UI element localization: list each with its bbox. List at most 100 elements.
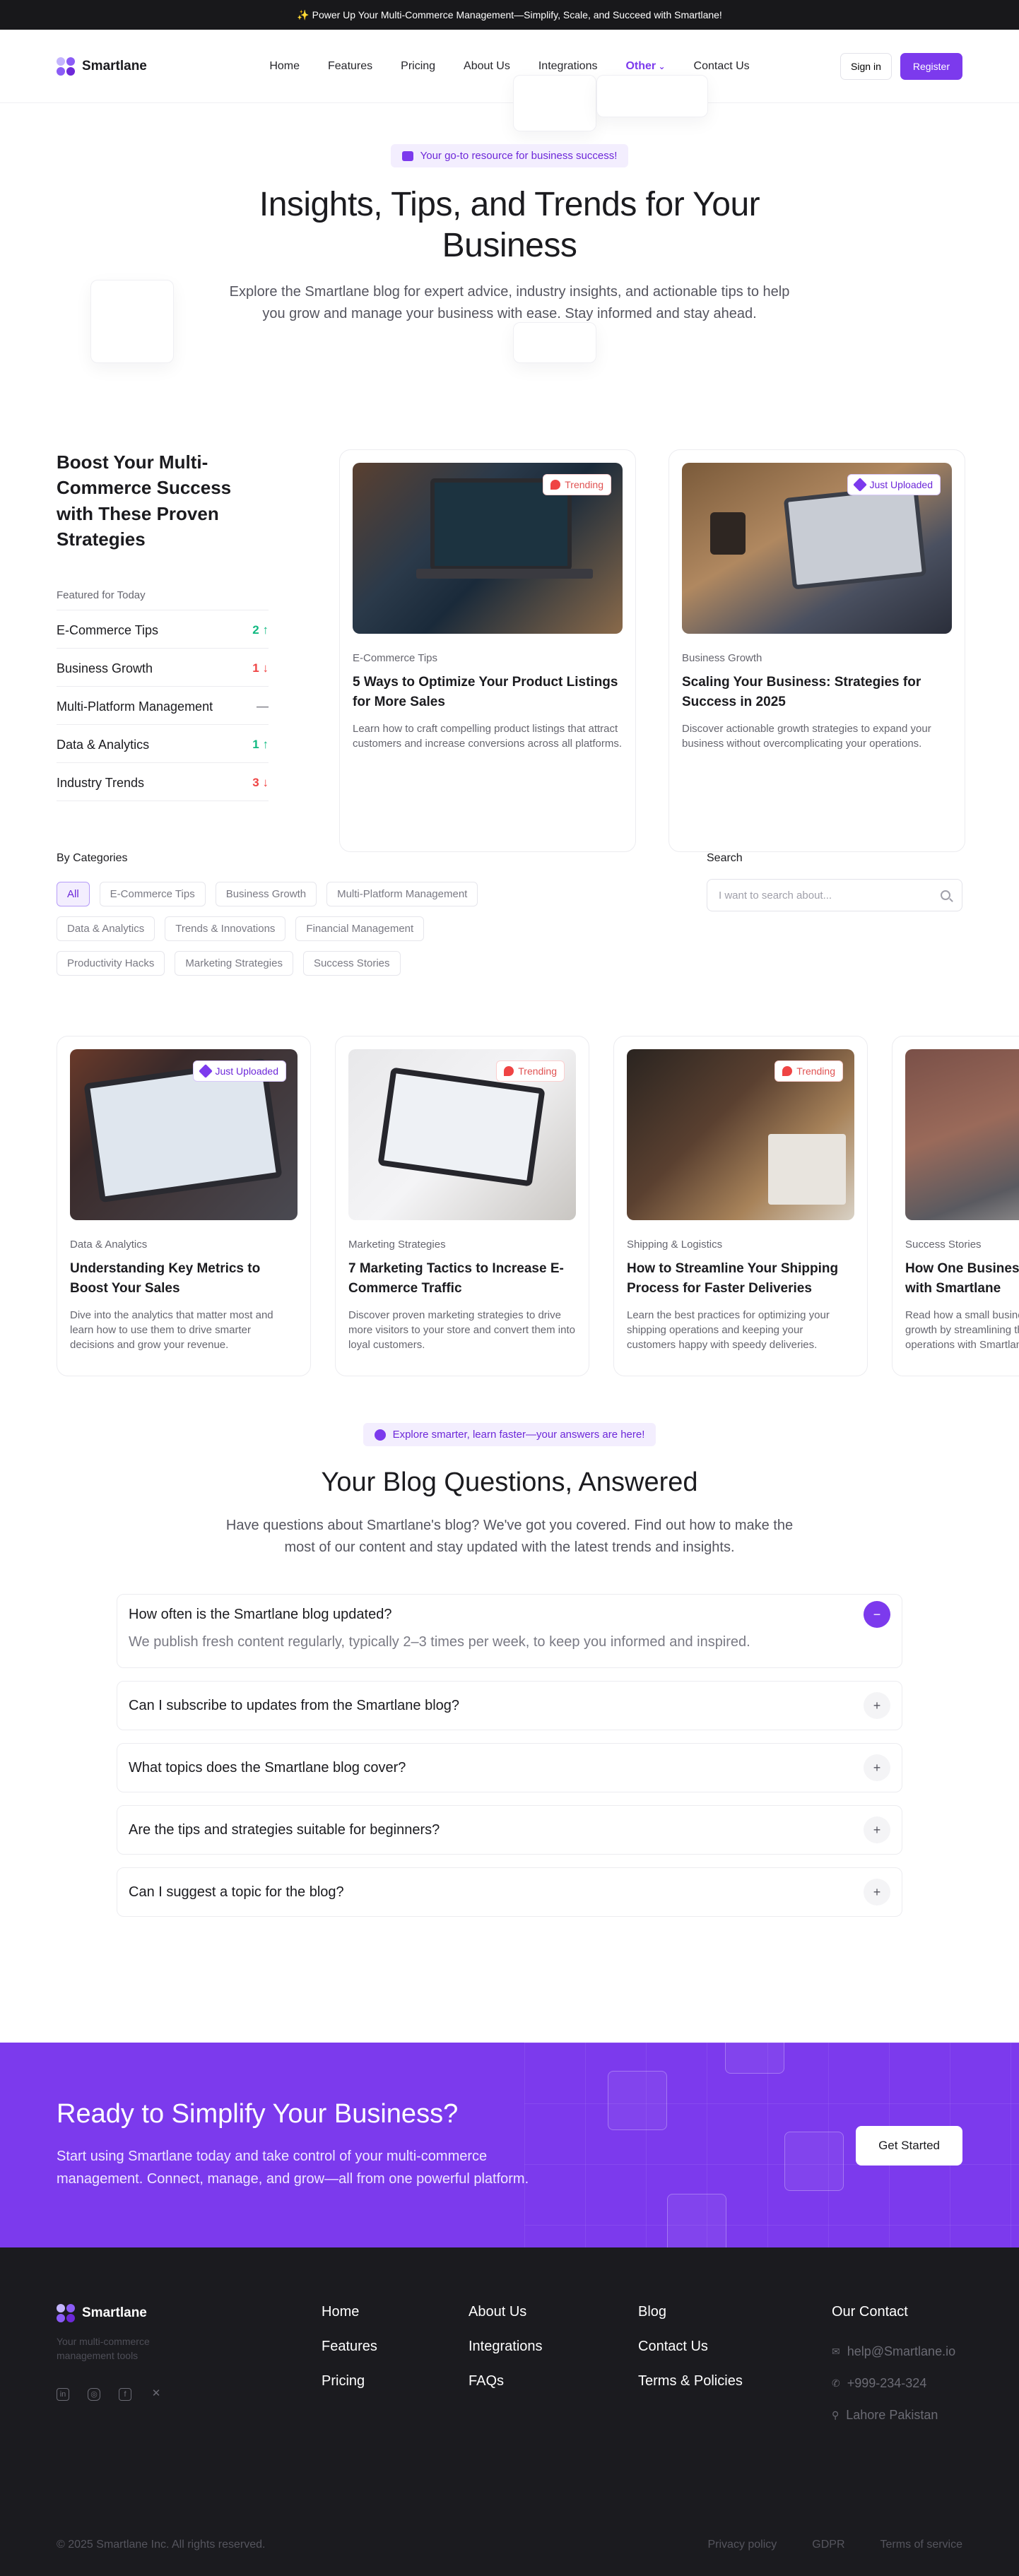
search-input[interactable]	[719, 889, 917, 902]
post-card[interactable]: Just Uploaded Data & Analytics Understan…	[57, 1036, 311, 1376]
footer-link-about[interactable]: About Us	[469, 2304, 638, 2320]
faq-pill-text: Explore smarter, learn faster—your answe…	[392, 1429, 645, 1441]
featured-heading: Boost Your Multi-Commerce Success with T…	[57, 451, 232, 550]
contact-phone[interactable]: ✆ +999-234-324	[832, 2376, 962, 2391]
tablet-illustration	[783, 484, 927, 590]
nav-link-other-dropdown[interactable]: Other	[611, 60, 679, 73]
nav-link-contact[interactable]: Contact Us	[680, 60, 764, 73]
trend-row[interactable]: E-Commerce Tips 2 ↑	[57, 610, 269, 649]
footer-tagline: Your multi-commerce management tools	[57, 2336, 150, 2361]
faq-question-row[interactable]: Can I subscribe to updates from the Smar…	[129, 1682, 890, 1730]
get-started-button[interactable]: Get Started	[856, 2126, 962, 2166]
post-description: Discover actionable growth strategies to…	[682, 723, 931, 750]
featured-today-label: Featured for Today	[57, 589, 269, 610]
nav-link-home[interactable]: Home	[255, 60, 314, 73]
footer-link-faqs[interactable]: FAQs	[469, 2373, 638, 2389]
post-category: Data & Analytics	[70, 1239, 148, 1251]
faq-item: Can I suggest a topic for the blog? +	[117, 1867, 902, 1917]
footer-link-home[interactable]: Home	[322, 2304, 469, 2320]
instagram-icon[interactable]: ◎	[88, 2388, 100, 2401]
chip-productivity-hacks[interactable]: Productivity Hacks	[57, 951, 165, 976]
collapse-icon[interactable]: −	[864, 1601, 890, 1628]
faq-question-row[interactable]: Are the tips and strategies suitable for…	[129, 1806, 890, 1854]
footer-link-integrations[interactable]: Integrations	[469, 2339, 638, 2355]
contact-email[interactable]: ✉ help@Smartlane.io	[832, 2344, 962, 2359]
brand-logo[interactable]: Smartlane	[57, 57, 247, 76]
expand-icon[interactable]: +	[864, 1692, 890, 1719]
nav-link-features[interactable]: Features	[314, 60, 387, 73]
chip-marketing-strategies[interactable]: Marketing Strategies	[175, 951, 293, 976]
faq-question: Can I suggest a topic for the blog?	[129, 1884, 344, 1900]
faq-item: How often is the Smartlane blog updated?…	[117, 1594, 902, 1668]
footer-link-pricing[interactable]: Pricing	[322, 2373, 469, 2389]
post-card[interactable]: Trending Marketing Strategies 7 Marketin…	[335, 1036, 589, 1376]
terms-of-service-link[interactable]: Terms of service	[880, 2539, 962, 2551]
logo-mark-icon	[57, 2304, 75, 2322]
trend-label: E-Commerce Tips	[57, 622, 159, 637]
trend-label: Data & Analytics	[57, 737, 150, 752]
footer-link-blog[interactable]: Blog	[638, 2304, 794, 2320]
faq-pill: Explore smarter, learn faster—your answe…	[363, 1423, 656, 1446]
faq-answer: We publish fresh content regularly, typi…	[129, 1634, 750, 1650]
faq-item: What topics does the Smartlane blog cove…	[117, 1743, 902, 1792]
copyright: © 2025 Smartlane Inc. All rights reserve…	[57, 2539, 266, 2551]
featured-cards: Trending E-Commerce Tips 5 Ways to Optim…	[339, 449, 965, 852]
hero-pill-text: Your go-to resource for business success…	[420, 150, 618, 162]
chip-data-analytics[interactable]: Data & Analytics	[57, 916, 155, 941]
boxes-illustration	[768, 1134, 846, 1205]
trend-row[interactable]: Data & Analytics 1 ↑	[57, 725, 269, 763]
chip-all[interactable]: All	[57, 882, 90, 906]
nav-link-integrations[interactable]: Integrations	[524, 60, 612, 73]
chip-success-stories[interactable]: Success Stories	[302, 951, 401, 976]
post-card[interactable]: Trending Shipping & Logistics How to Str…	[613, 1036, 868, 1376]
fire-icon	[782, 1066, 793, 1076]
search-icon[interactable]	[941, 890, 950, 900]
privacy-policy-link[interactable]: Privacy policy	[707, 2539, 777, 2551]
trend-row[interactable]: Industry Trends 3 ↓	[57, 763, 269, 801]
faq-question-row[interactable]: Can I suggest a topic for the blog? +	[129, 1868, 890, 1916]
footer-brand-name: Smartlane	[82, 2305, 147, 2320]
expand-icon[interactable]: +	[864, 1879, 890, 1906]
nav-link-about[interactable]: About Us	[449, 60, 524, 73]
expand-icon[interactable]: +	[864, 1816, 890, 1843]
trend-row[interactable]: Multi-Platform Management —	[57, 687, 269, 725]
register-button[interactable]: Register	[900, 52, 962, 80]
x-twitter-icon[interactable]: ✕	[150, 2388, 163, 2401]
facebook-icon[interactable]: f	[119, 2388, 131, 2401]
faq-question-row[interactable]: How often is the Smartlane blog updated?…	[129, 1595, 890, 1634]
chip-business-growth[interactable]: Business Growth	[215, 882, 317, 906]
faq-question-row[interactable]: What topics does the Smartlane blog cove…	[129, 1744, 890, 1792]
featured-card[interactable]: Trending E-Commerce Tips 5 Ways to Optim…	[339, 449, 636, 852]
post-thumbnail: Trending	[353, 463, 623, 634]
expand-icon[interactable]: +	[864, 1754, 890, 1781]
linkedin-icon[interactable]: in	[57, 2388, 69, 2401]
post-title: Understanding Key Metrics to Boost Your …	[70, 1261, 261, 1296]
trend-value: 2 ↑	[252, 622, 269, 637]
post-card[interactable]: Success Stories How One Business Grew 30…	[892, 1036, 1019, 1376]
trending-badge: Trending	[496, 1060, 565, 1082]
chip-trends-innovations[interactable]: Trends & Innovations	[165, 916, 286, 941]
fire-icon	[550, 480, 561, 490]
footer-link-features[interactable]: Features	[322, 2339, 469, 2355]
chip-financial-management[interactable]: Financial Management	[295, 916, 425, 941]
signin-button[interactable]: Sign in	[840, 52, 892, 80]
legal-links: Privacy policy GDPR Terms of service	[707, 2539, 962, 2551]
post-thumbnail: Just Uploaded	[70, 1049, 298, 1220]
faq-title: Your Blog Questions, Answered	[321, 1467, 698, 1497]
posts-carousel: Just Uploaded Data & Analytics Understan…	[0, 1036, 1019, 1417]
footer-link-terms[interactable]: Terms & Policies	[638, 2373, 794, 2389]
footer-link-contact[interactable]: Contact Us	[638, 2339, 794, 2355]
decor-tile	[596, 75, 708, 117]
mug-illustration	[710, 512, 746, 555]
nav-link-pricing[interactable]: Pricing	[387, 60, 449, 73]
gdpr-link[interactable]: GDPR	[812, 2539, 844, 2551]
footer-logo[interactable]: Smartlane	[57, 2304, 247, 2322]
category-filter: By Categories All E-Commerce Tips Busine…	[57, 852, 509, 1036]
chip-ecommerce-tips[interactable]: E-Commerce Tips	[99, 882, 206, 906]
trend-label: Multi-Platform Management	[57, 699, 213, 714]
featured-card[interactable]: Just Uploaded Business Growth Scaling Yo…	[668, 449, 965, 852]
trend-row[interactable]: Business Growth 1 ↓	[57, 649, 269, 687]
chip-multi-platform[interactable]: Multi-Platform Management	[326, 882, 478, 906]
nav-actions: Sign in Register	[772, 52, 962, 80]
decor-tile	[667, 2194, 726, 2247]
